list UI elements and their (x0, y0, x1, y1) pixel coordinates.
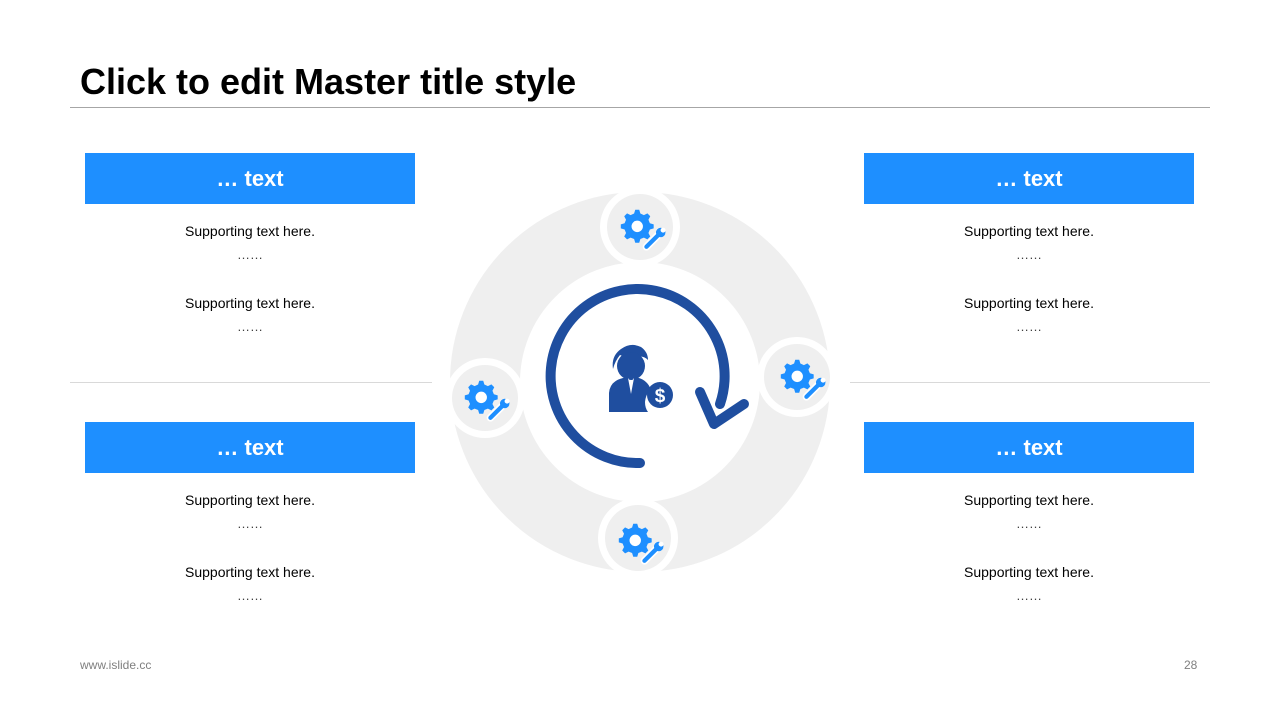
ellipsis-text: …… (237, 319, 263, 334)
cycle-node-left (445, 358, 525, 438)
cycle-node-bottom (598, 498, 678, 578)
supporting-text: Supporting text here. (185, 564, 315, 580)
ellipsis-text: …… (237, 588, 263, 603)
supporting-text: Supporting text here. (964, 492, 1094, 508)
supporting-text: Supporting text here. (964, 564, 1094, 580)
ellipsis-text: …… (1016, 247, 1042, 262)
panel-header: … text (864, 422, 1194, 473)
ellipsis-text: …… (1016, 319, 1042, 334)
supporting-text: Supporting text here. (964, 223, 1094, 239)
ellipsis-text: …… (237, 516, 263, 531)
footer-url: www.islide.cc (80, 658, 152, 672)
cycle-diagram: $ (445, 187, 837, 578)
left-divider (70, 382, 432, 383)
panel-top-right: … text Supporting text here. …… Supporti… (864, 153, 1194, 339)
supporting-text: Supporting text here. (185, 223, 315, 239)
supporting-text: Supporting text here. (185, 295, 315, 311)
page-number: 28 (1184, 658, 1198, 672)
panel-header: … text (85, 422, 415, 473)
ellipsis-text: …… (1016, 588, 1042, 603)
cycle-node-right (757, 337, 837, 417)
svg-text:$: $ (655, 386, 666, 407)
right-divider (850, 382, 1210, 383)
panel-bottom-left: … text Supporting text here. …… Supporti… (85, 422, 415, 608)
supporting-text: Supporting text here. (185, 492, 315, 508)
ellipsis-text: …… (237, 247, 263, 262)
panel-header: … text (85, 153, 415, 204)
panel-bottom-right: … text Supporting text here. …… Supporti… (864, 422, 1194, 608)
title-divider (70, 107, 1210, 108)
cycle-node-top (600, 187, 680, 267)
panel-header: … text (864, 153, 1194, 204)
supporting-text: Supporting text here. (964, 295, 1094, 311)
panel-top-left: … text Supporting text here. …… Supporti… (85, 153, 415, 339)
slide-title: Click to edit Master title style (80, 61, 577, 102)
ellipsis-text: …… (1016, 516, 1042, 531)
